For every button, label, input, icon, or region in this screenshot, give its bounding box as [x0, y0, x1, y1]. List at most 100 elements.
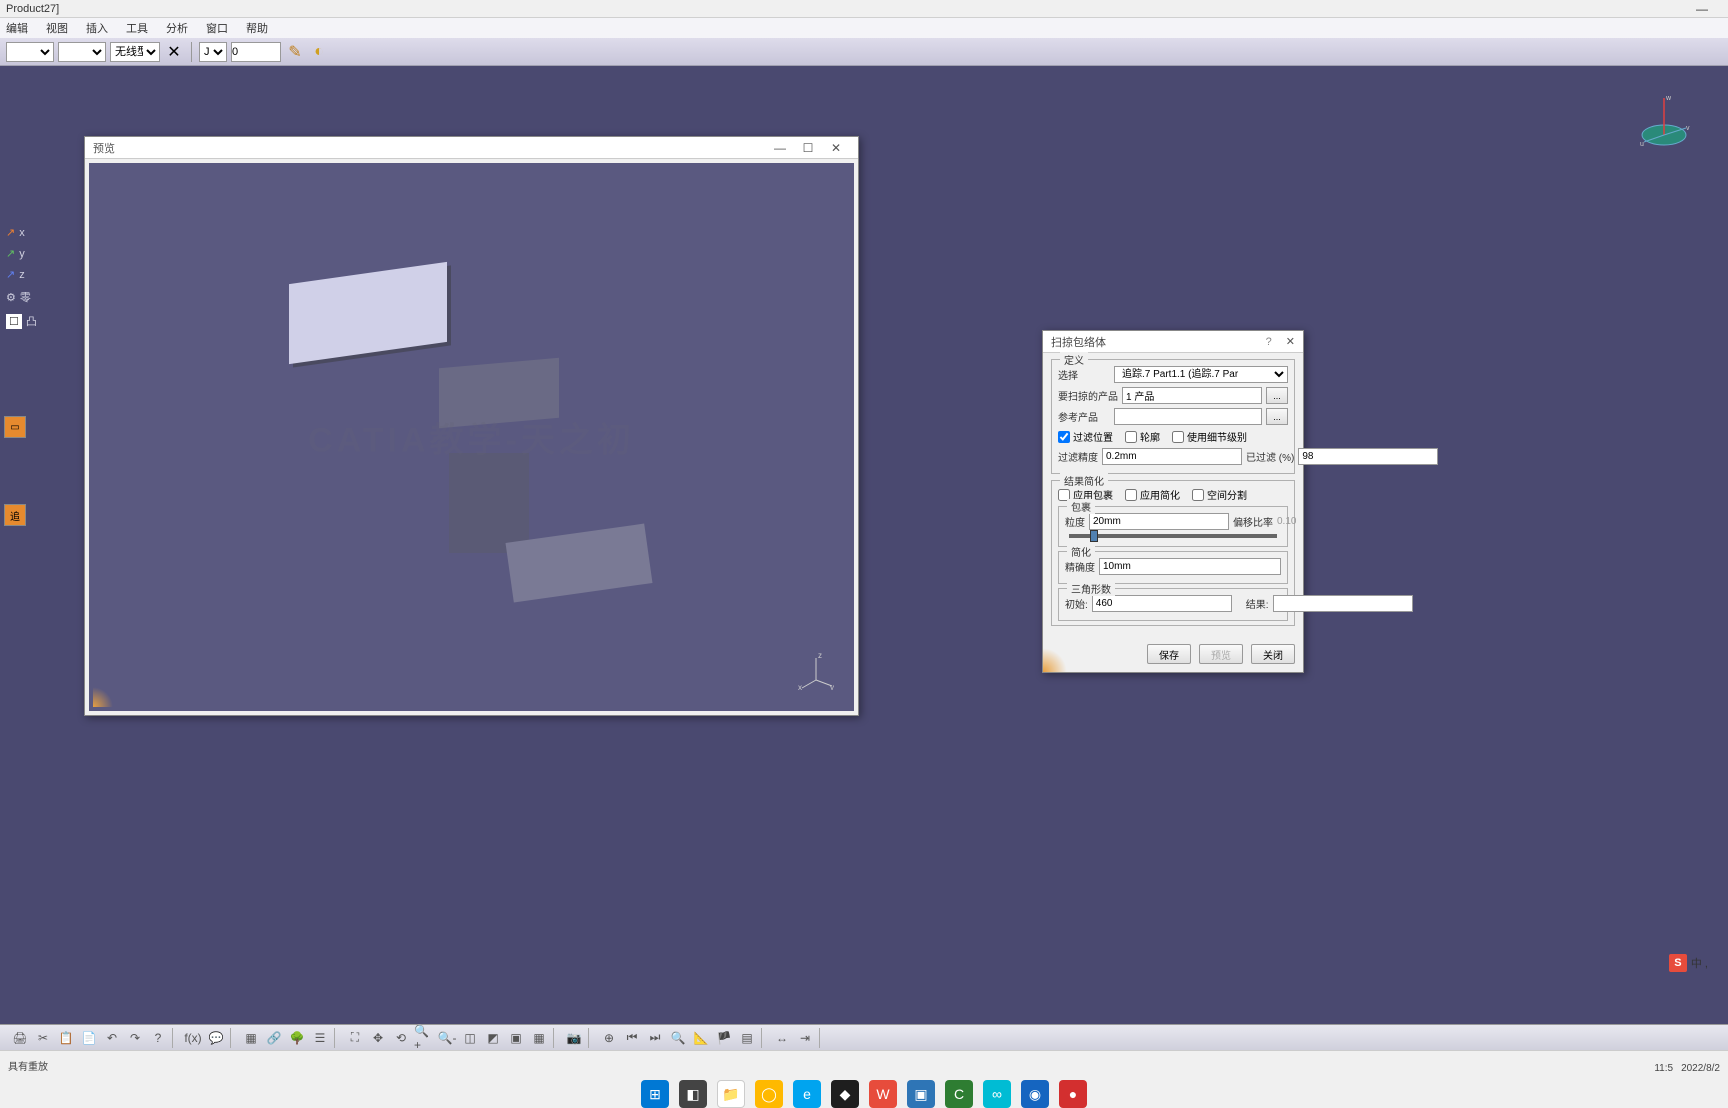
use-detail-checkbox[interactable]: 使用细节级别: [1172, 429, 1247, 444]
edge-icon[interactable]: e: [793, 1080, 821, 1108]
tree-z[interactable]: ↗z: [6, 268, 37, 281]
wps-icon[interactable]: W: [869, 1080, 897, 1108]
zoom-fit-icon[interactable]: ⛶: [345, 1028, 365, 1048]
corner-badge-icon: [93, 687, 113, 707]
pan-icon[interactable]: ✥: [368, 1028, 388, 1048]
menu-tools[interactable]: 工具: [126, 20, 148, 36]
target-icon[interactable]: ⊕: [599, 1028, 619, 1048]
fx-icon[interactable]: f(x): [183, 1028, 203, 1048]
tree-item-geom[interactable]: ☐凸: [6, 313, 37, 329]
taskview-icon[interactable]: ◧: [679, 1080, 707, 1108]
app-icon-5[interactable]: ∞: [983, 1080, 1011, 1108]
toolbar-curve[interactable]: J: [199, 42, 227, 62]
window-minimize-icon[interactable]: —: [1696, 2, 1708, 16]
paste-icon[interactable]: 📄: [79, 1028, 99, 1048]
windows-start-icon[interactable]: ⊞: [641, 1080, 669, 1108]
initial-field[interactable]: [1092, 595, 1232, 612]
grid-icon[interactable]: ▦: [241, 1028, 261, 1048]
app-icon-4[interactable]: C: [945, 1080, 973, 1108]
axis-gizmo[interactable]: zyx: [796, 650, 836, 693]
menu-view[interactable]: 视图: [46, 20, 68, 36]
flag-icon[interactable]: 🏴: [714, 1028, 734, 1048]
offset-ratio-slider[interactable]: [1069, 534, 1277, 538]
catia-icon[interactable]: ◉: [1021, 1080, 1049, 1108]
menu-edit[interactable]: 编辑: [6, 20, 28, 36]
dim-icon[interactable]: ↔: [772, 1028, 792, 1048]
grain-field[interactable]: [1089, 513, 1229, 530]
layer-icon[interactable]: ▤: [737, 1028, 757, 1048]
bulb-icon[interactable]: ◐: [309, 42, 329, 62]
preview-close-icon[interactable]: ✕: [822, 137, 850, 159]
space-split-checkbox[interactable]: 空间分割: [1192, 487, 1247, 502]
preview-titlebar[interactable]: 预览 — ☐ ✕: [85, 137, 858, 159]
tree-y[interactable]: ↗y: [6, 247, 37, 260]
redo-icon[interactable]: ↷: [125, 1028, 145, 1048]
toolbar-x-icon[interactable]: ✕: [164, 42, 184, 62]
tree-icon[interactable]: 🌳: [287, 1028, 307, 1048]
rewind-icon[interactable]: ⏮: [622, 1028, 642, 1048]
app-icon-2[interactable]: ◆: [831, 1080, 859, 1108]
brush-icon[interactable]: ✎: [285, 42, 305, 62]
ref-product-browse-button[interactable]: ...: [1266, 408, 1288, 425]
view1-icon[interactable]: ◫: [460, 1028, 480, 1048]
filter-precision-field[interactable]: [1102, 448, 1242, 465]
cut-icon[interactable]: ✂: [33, 1028, 53, 1048]
result-field[interactable]: [1273, 595, 1413, 612]
select-field[interactable]: 追踪.7 Part1.1 (追踪.7 Par: [1114, 366, 1288, 383]
rotate-icon[interactable]: ⟲: [391, 1028, 411, 1048]
scan-product-field[interactable]: [1122, 387, 1262, 404]
exit-icon[interactable]: ⇥: [795, 1028, 815, 1048]
workspace-3d[interactable]: ↗x ↗y ↗z ⚙零 ☐凸 ▭ 追 预览 — ☐ ✕ CATIA教学-天之初 …: [0, 66, 1728, 1030]
menu-insert[interactable]: 插入: [86, 20, 108, 36]
toolbar-linetype[interactable]: 无线型: [110, 42, 160, 62]
zoom-out-icon[interactable]: 🔍-: [437, 1028, 457, 1048]
toolbar-select-1[interactable]: [6, 42, 54, 62]
menu-help[interactable]: 帮助: [246, 20, 268, 36]
toolbar-value[interactable]: [231, 42, 281, 62]
list-icon[interactable]: ☰: [310, 1028, 330, 1048]
zoom-in-icon[interactable]: 🔍+: [414, 1028, 434, 1048]
copy-icon[interactable]: 📋: [56, 1028, 76, 1048]
side-tool-trace[interactable]: 追: [4, 504, 26, 526]
view2-icon[interactable]: ◩: [483, 1028, 503, 1048]
ime-indicator[interactable]: S 中 ,: [1669, 954, 1708, 972]
toolbar-select-2[interactable]: [58, 42, 106, 62]
preview-button[interactable]: 预览: [1199, 644, 1243, 664]
tree-zero[interactable]: ⚙零: [6, 289, 37, 305]
menu-window[interactable]: 窗口: [206, 20, 228, 36]
menu-analyze[interactable]: 分析: [166, 20, 188, 36]
app-icon-1[interactable]: ◯: [755, 1080, 783, 1108]
measure-icon[interactable]: 📐: [691, 1028, 711, 1048]
close-button[interactable]: 关闭: [1251, 644, 1295, 664]
search-icon[interactable]: 🔍: [668, 1028, 688, 1048]
ref-product-field[interactable]: [1114, 408, 1262, 425]
camera-icon[interactable]: 📷: [564, 1028, 584, 1048]
print-icon[interactable]: 🖨: [10, 1028, 30, 1048]
save-button[interactable]: 保存: [1147, 644, 1191, 664]
preview-minimize-icon[interactable]: —: [766, 137, 794, 159]
filter-position-checkbox[interactable]: 过滤位置: [1058, 429, 1113, 444]
precision-field[interactable]: [1099, 558, 1281, 575]
scan-product-browse-button[interactable]: ...: [1266, 387, 1288, 404]
apply-simplify-checkbox[interactable]: 应用简化: [1125, 487, 1180, 502]
explorer-icon[interactable]: 📁: [717, 1080, 745, 1108]
view4-icon[interactable]: ▦: [529, 1028, 549, 1048]
help-icon[interactable]: ?: [148, 1028, 168, 1048]
app-icon-3[interactable]: ▣: [907, 1080, 935, 1108]
link-icon[interactable]: 🔗: [264, 1028, 284, 1048]
dialog-help-icon[interactable]: ?: [1266, 336, 1272, 348]
filtered-pct-field[interactable]: [1298, 448, 1438, 465]
record-icon[interactable]: ●: [1059, 1080, 1087, 1108]
contour-checkbox[interactable]: 轮廓: [1125, 429, 1160, 444]
preview-maximize-icon[interactable]: ☐: [794, 137, 822, 159]
compass-icon[interactable]: w v u: [1634, 90, 1694, 150]
view3-icon[interactable]: ▣: [506, 1028, 526, 1048]
undo-icon[interactable]: ↶: [102, 1028, 122, 1048]
tree-x[interactable]: ↗x: [6, 226, 37, 239]
forward-icon[interactable]: ⏭: [645, 1028, 665, 1048]
dialog-titlebar[interactable]: 扫掠包络体 ? ✕: [1043, 331, 1303, 353]
dialog-close-icon[interactable]: ✕: [1286, 335, 1295, 348]
comment-icon[interactable]: 💬: [206, 1028, 226, 1048]
preview-canvas[interactable]: CATIA教学-天之初 zyx: [85, 159, 858, 715]
side-tool-1[interactable]: ▭: [4, 416, 26, 438]
